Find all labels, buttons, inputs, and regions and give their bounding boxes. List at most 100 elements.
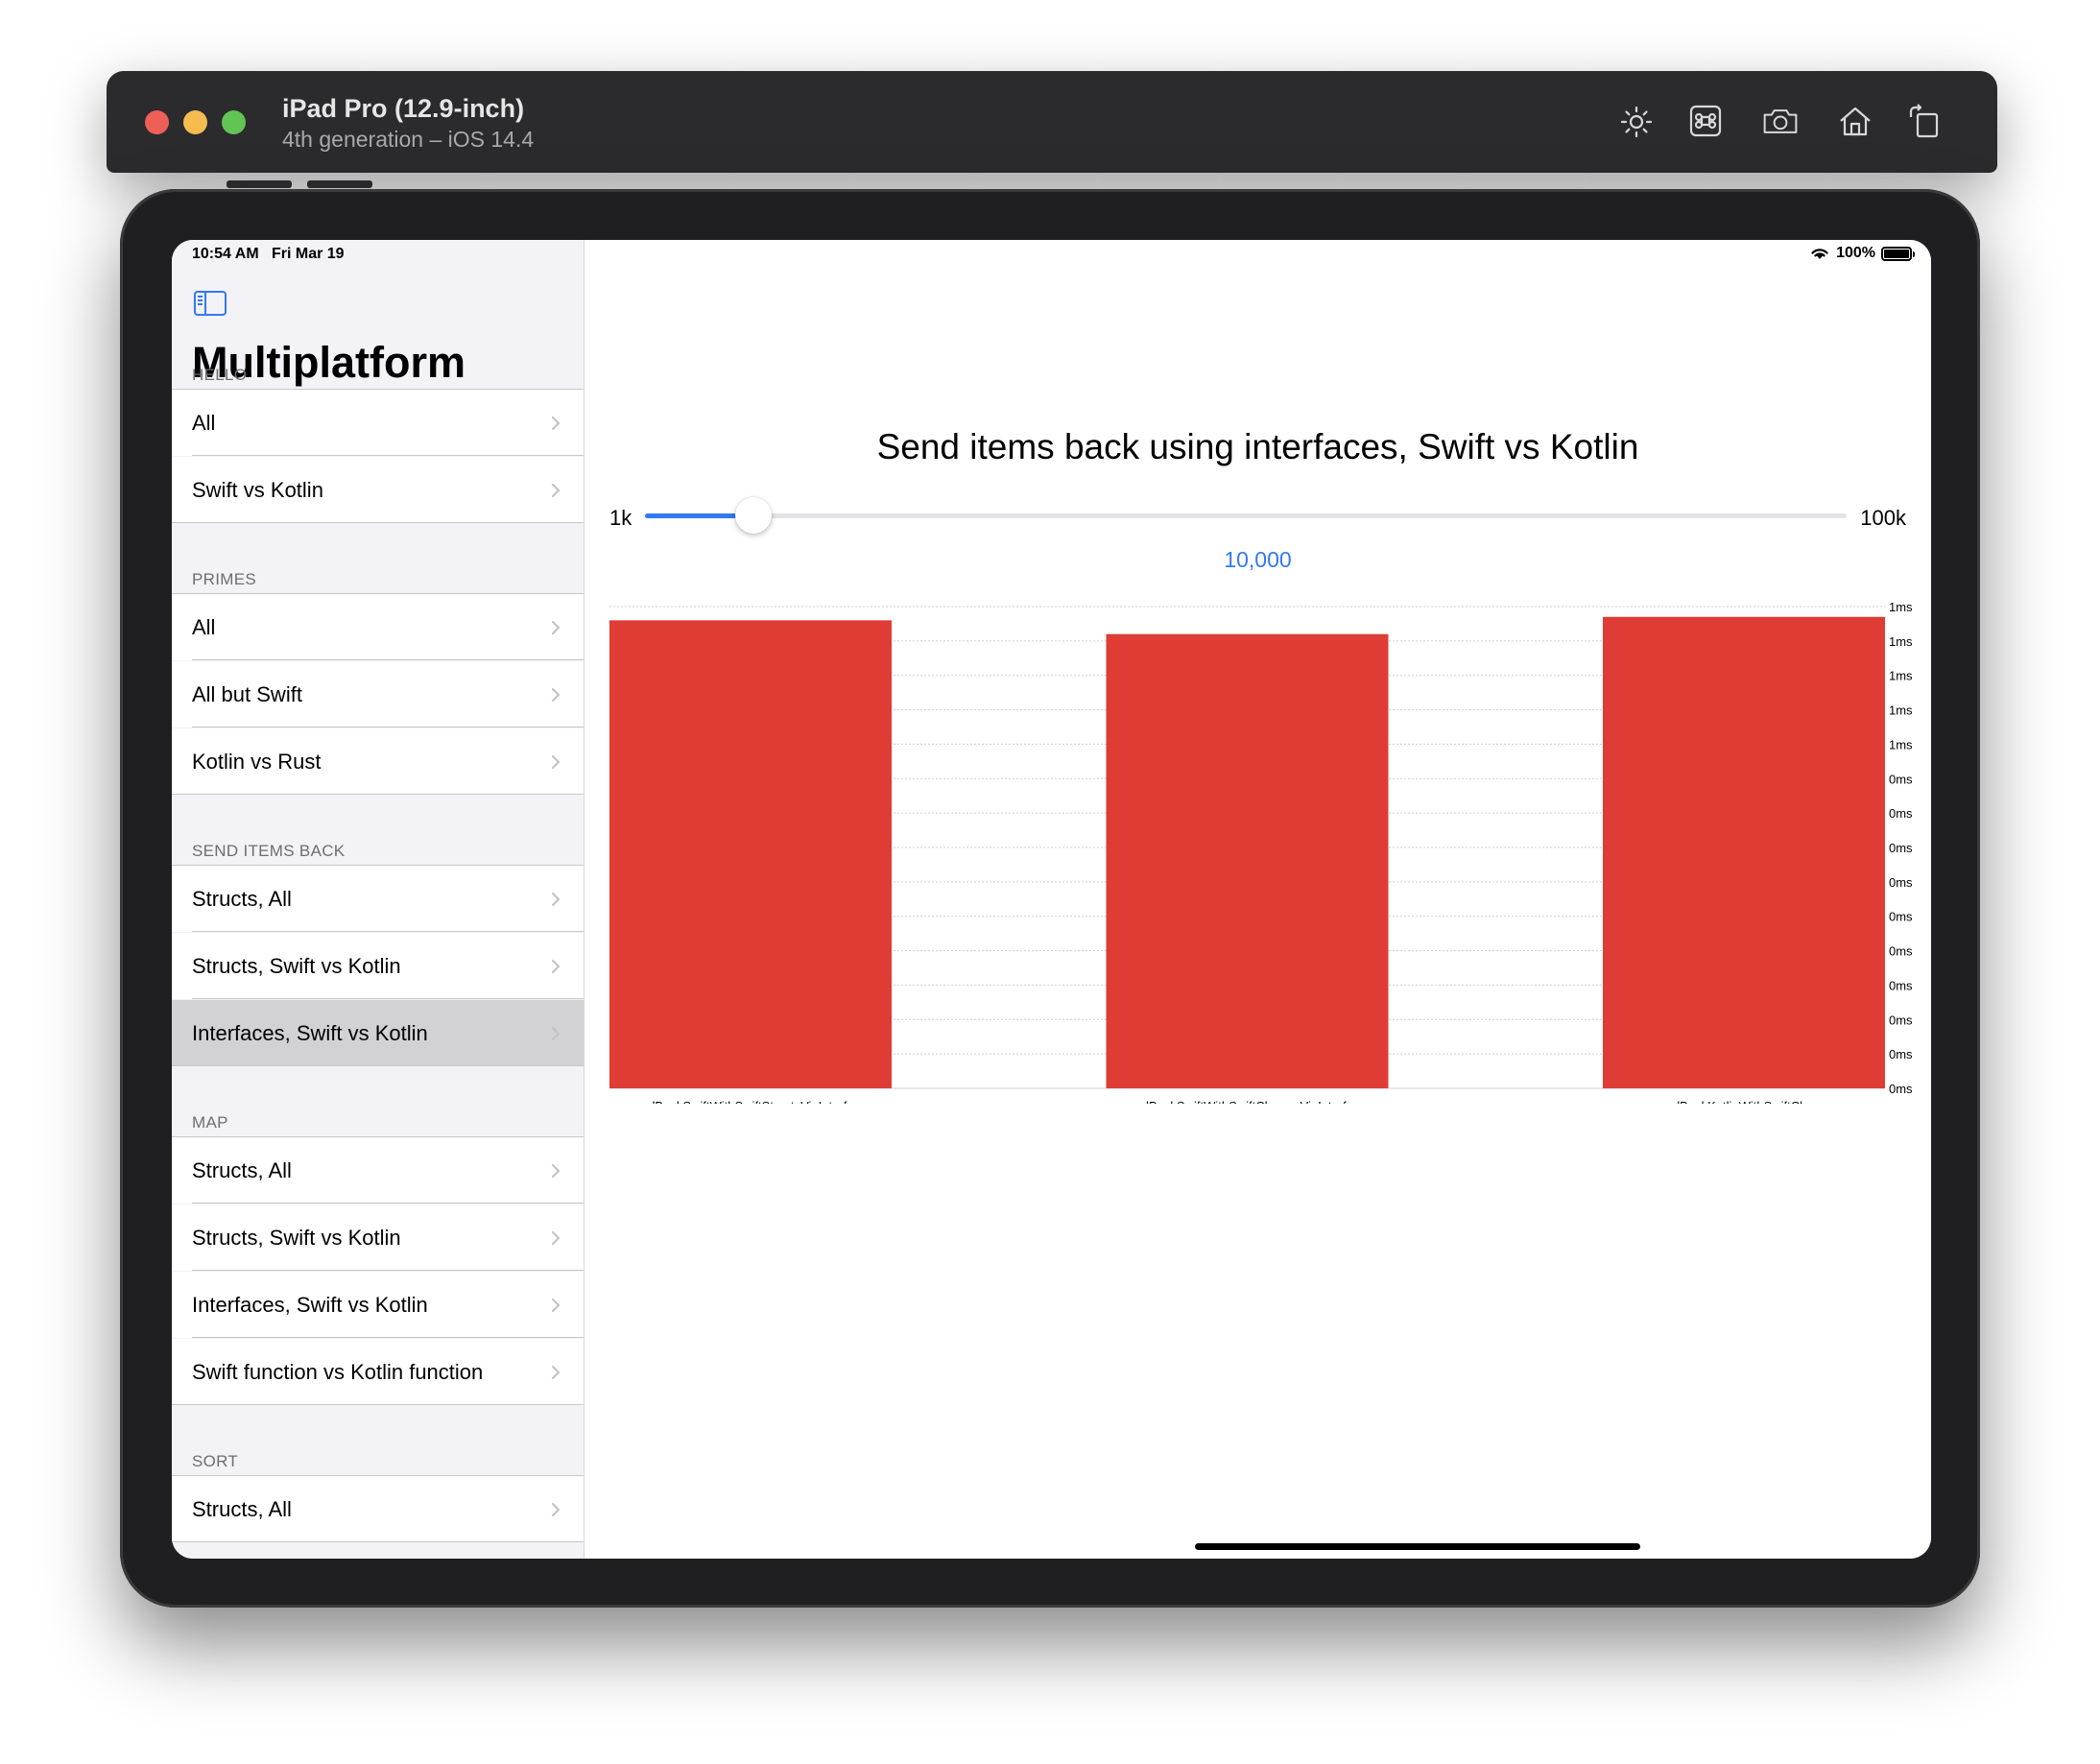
ipad-screen: 10:54 AM Fri Mar 19 Multiplatform HELLO A…: [172, 240, 1931, 1559]
bar-chart: 1ms 1ms 1ms 1ms 1ms 0ms 0ms 0ms 0ms 0ms 0ms 0ms 0ms 0…: [609, 600, 1913, 1104]
chevron-right-icon: [551, 754, 561, 769]
item-count-slider[interactable]: [645, 497, 1847, 534]
sidebar-item-label: Swift vs Kotlin: [192, 477, 323, 502]
sidebar-item-label: Structs, Swift vs Kotlin: [192, 953, 401, 978]
home-indicator[interactable]: [1195, 1543, 1640, 1550]
sidebar-item-label: Kotlin vs Rust: [192, 749, 322, 774]
row-separator: [192, 998, 584, 999]
simulator-device-title: iPad Pro (12.9-inch): [282, 94, 525, 123]
close-window-button[interactable]: [145, 110, 169, 134]
group-divider: [172, 1404, 584, 1405]
sidebar-item[interactable]: Structs, Swift vs Kotlin: [172, 1204, 584, 1271]
sidebar-item-label: All but Swift: [192, 681, 302, 706]
sidebar-toggle-icon[interactable]: [193, 290, 227, 317]
x-category-label: sendBackSwiftWithSwiftClassesViaInterfac…: [1122, 1099, 1373, 1104]
sidebar-item-label: All: [192, 614, 216, 639]
y-tick-label: 0ms: [1889, 1047, 1913, 1061]
slider-value: 10,000: [1224, 547, 1292, 572]
bar: [1603, 616, 1885, 1088]
battery-icon: [1881, 246, 1915, 261]
row-separator: [192, 1203, 584, 1204]
sidebar-item[interactable]: Structs, All: [172, 866, 584, 932]
y-tick-label: 0ms: [1889, 875, 1913, 890]
y-tick-label: 1ms: [1889, 669, 1913, 683]
sidebar-item[interactable]: Structs, All: [172, 1137, 584, 1204]
simulator-titlebar: iPad Pro (12.9-inch) 4th generation – iO…: [107, 71, 1997, 173]
wifi-icon: [1811, 249, 1828, 259]
chevron-right-icon: [551, 620, 561, 634]
section-header: HELLO: [192, 366, 248, 384]
y-tick-label: 1ms: [1889, 634, 1913, 649]
brightness-icon[interactable]: [1615, 100, 1658, 142]
section-header: SORT: [192, 1452, 239, 1470]
row-separator: [192, 1337, 584, 1338]
sidebar: 10:54 AM Fri Mar 19 Multiplatform HELLO A…: [172, 240, 585, 1559]
chevron-right-icon: [551, 1365, 561, 1379]
sidebar-item[interactable]: Structs, Swift vs Kotlin: [172, 933, 584, 999]
command-icon[interactable]: [1684, 100, 1727, 142]
sidebar-item[interactable]: Swift vs Kotlin: [172, 457, 584, 523]
home-icon[interactable]: [1834, 100, 1876, 142]
row-separator: [192, 659, 584, 660]
y-tick-label: 0ms: [1889, 944, 1913, 959]
sidebar-item-label: Interfaces, Swift vs Kotlin: [192, 1020, 428, 1045]
chevron-right-icon: [551, 483, 561, 497]
sidebar-item-label: Structs, All: [192, 886, 292, 911]
chevron-right-icon: [551, 1502, 561, 1516]
section-header: SEND ITEMS BACK: [192, 842, 346, 860]
sidebar-item-label: Swift function vs Kotlin function: [192, 1359, 484, 1384]
group-divider: [172, 1541, 584, 1542]
y-tick-label: 1ms: [1889, 703, 1913, 718]
status-right: 100%: [1809, 245, 1915, 262]
zoom-window-button[interactable]: [222, 110, 246, 134]
slider-thumb[interactable]: [734, 497, 772, 534]
sidebar-item-label: Structs, All: [192, 1157, 292, 1182]
section-header: PRIMES: [192, 570, 256, 588]
sidebar-item[interactable]: All but Swift: [172, 661, 584, 727]
rotate-icon[interactable]: [1903, 100, 1945, 142]
sidebar-item[interactable]: Interfaces, Swift vs Kotlin: [172, 1272, 584, 1338]
x-category-label: sendBackSwiftWithSwiftStructsViaInterfac…: [628, 1099, 873, 1104]
y-tick-label: 0ms: [1889, 806, 1913, 821]
screenshot-icon[interactable]: [1759, 100, 1802, 142]
sidebar-item[interactable]: Swift function vs Kotlin function: [172, 1339, 584, 1405]
chevron-right-icon: [551, 959, 561, 973]
y-tick-label: 0ms: [1889, 772, 1913, 786]
sidebar-item-label: All: [192, 410, 216, 435]
volume-down-button[interactable]: [307, 180, 372, 188]
detail-pane: 100% Send items back using interfaces, S…: [585, 240, 1931, 1559]
sidebar-item-label: Interfaces, Swift vs Kotlin: [192, 1292, 428, 1317]
slider-min-label: 1k: [609, 506, 632, 530]
simulator-device-subtitle: 4th generation – iOS 14.4: [282, 127, 535, 152]
sidebar-item[interactable]: All: [172, 390, 584, 456]
sidebar-item[interactable]: All: [172, 594, 584, 660]
chevron-right-icon: [551, 892, 561, 906]
y-tick-label: 0ms: [1889, 841, 1913, 855]
sidebar-item[interactable]: Interfaces, Swift vs Kotlin: [172, 1000, 584, 1066]
battery-percent: 100%: [1836, 245, 1875, 261]
group-divider: [172, 522, 584, 523]
section-header: MAP: [192, 1113, 228, 1132]
row-separator: [192, 455, 584, 456]
y-tick-label: 1ms: [1889, 600, 1913, 614]
chevron-right-icon: [551, 416, 561, 430]
y-tick-label: 0ms: [1889, 978, 1913, 992]
minimize-window-button[interactable]: [183, 110, 207, 134]
status-time: 10:54 AM Fri Mar 19: [192, 246, 345, 262]
bar: [609, 620, 892, 1088]
bar: [1106, 633, 1389, 1088]
sidebar-item[interactable]: Kotlin vs Rust: [172, 728, 584, 795]
chevron-right-icon: [551, 687, 561, 702]
group-divider: [172, 794, 584, 795]
y-tick-label: 1ms: [1889, 737, 1913, 751]
volume-up-button[interactable]: [227, 180, 292, 188]
chevron-right-icon: [551, 1230, 561, 1245]
group-divider: [172, 1065, 584, 1066]
x-category-label: sendBackKotlinWithSwiftClasses: [1653, 1099, 1836, 1104]
sidebar-item-label: Structs, All: [192, 1496, 292, 1521]
sidebar-item-label: Structs, Swift vs Kotlin: [192, 1225, 401, 1250]
chevron-right-icon: [551, 1163, 561, 1178]
sidebar-item[interactable]: Structs, All: [172, 1476, 584, 1542]
slider-max-label: 100k: [1860, 506, 1906, 530]
chevron-right-icon: [551, 1026, 561, 1040]
